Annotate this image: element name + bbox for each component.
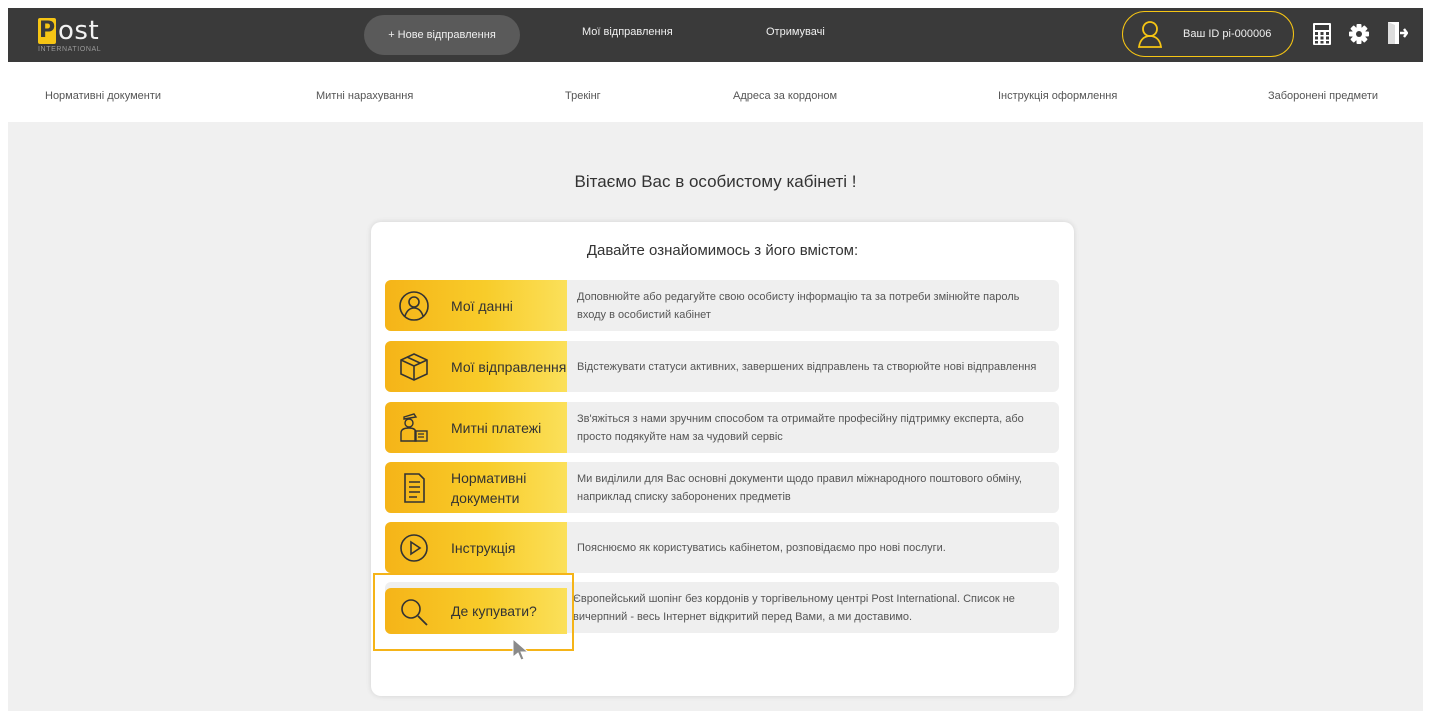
- logo-letter: P: [38, 18, 56, 44]
- mouse-cursor-icon: [512, 637, 530, 667]
- logo-subtitle: INTERNATIONAL: [38, 46, 102, 53]
- calculator-icon[interactable]: [1312, 22, 1332, 51]
- subnav-instructions[interactable]: Інструкція оформлення: [998, 90, 1117, 102]
- customs-payments-label: Митні платежі: [451, 419, 542, 436]
- row-instructions: Інструкція Пояснюємо як користуватись ка…: [385, 522, 1059, 573]
- subnav-customs-charges[interactable]: Митні нарахування: [316, 90, 413, 102]
- logo[interactable]: P ost INTERNATIONAL: [38, 14, 128, 54]
- secondary-nav: Нормативні документи Митні нарахування Т…: [0, 90, 1431, 106]
- row-normative-docs: Нормативні документи Ми виділили для Вас…: [385, 462, 1059, 513]
- user-icon: [1137, 20, 1163, 53]
- row-my-shipments: Мої відправлення Відстежувати статуси ак…: [385, 341, 1059, 392]
- document-icon: [397, 471, 431, 505]
- top-header: P ost INTERNATIONAL + Нове відправлення …: [8, 8, 1423, 62]
- my-shipments-button[interactable]: Мої відправлення: [385, 341, 567, 392]
- subnav-address-abroad[interactable]: Адреса за кордоном: [733, 90, 837, 102]
- gear-icon[interactable]: [1348, 23, 1370, 50]
- subnav-normative-docs[interactable]: Нормативні документи: [45, 90, 161, 102]
- my-shipments-description: Відстежувати статуси активних, завершени…: [577, 360, 1037, 373]
- normative-docs-button[interactable]: Нормативні документи: [385, 462, 567, 513]
- box-icon: [397, 350, 431, 384]
- customs-payments-description: Зв'яжіться з нами зручним способом та от…: [577, 412, 1024, 443]
- welcome-heading: Вітаємо Вас в особистому кабінеті !: [574, 172, 857, 191]
- where-to-buy-description: Європейський шопінг без кордонів у торгі…: [573, 592, 1015, 623]
- my-data-description: Доповнюйте або редагуйте свою особисту і…: [577, 290, 1020, 321]
- logout-icon[interactable]: [1386, 21, 1409, 50]
- user-id-pill[interactable]: Ваш ID pi-000006: [1122, 11, 1294, 57]
- instructions-button[interactable]: Інструкція: [385, 522, 567, 573]
- subnav-tracking[interactable]: Трекінг: [565, 90, 601, 102]
- customs-payments-button[interactable]: Митні платежі: [385, 402, 567, 453]
- my-shipments-label: Мої відправлення: [451, 358, 567, 375]
- nav-recipients[interactable]: Отримувачі: [766, 26, 825, 38]
- new-shipment-button[interactable]: + Нове відправлення: [364, 15, 520, 55]
- row-my-data: Мої данні Доповнюйте або редагуйте свою …: [385, 280, 1059, 331]
- customs-officer-icon: [397, 411, 431, 445]
- user-icon: [397, 289, 431, 323]
- nav-my-shipments[interactable]: Мої відправлення: [582, 26, 673, 38]
- subnav-prohibited-items[interactable]: Заборонені предмети: [1268, 90, 1378, 102]
- main-content: Вітаємо Вас в особистому кабінеті ! Дава…: [8, 122, 1423, 711]
- normative-docs-description: Ми виділили для Вас основні документи що…: [577, 472, 1022, 503]
- highlight-box: [373, 573, 574, 651]
- user-id-text: Ваш ID pi-000006: [1183, 28, 1272, 40]
- my-data-label: Мої данні: [451, 297, 513, 314]
- normative-docs-label: Нормативні документи: [451, 469, 527, 506]
- instructions-description: Пояснюємо як користуватись кабінетом, ро…: [577, 541, 946, 554]
- my-data-button[interactable]: Мої данні: [385, 280, 567, 331]
- logo-word: ost: [58, 16, 100, 46]
- play-icon: [397, 531, 431, 565]
- instructions-label: Інструкція: [451, 539, 516, 556]
- row-customs-payments: Митні платежі Зв'яжіться з нами зручним …: [385, 402, 1059, 453]
- card-title: Давайте ознайомимось з його вмістом:: [586, 242, 859, 259]
